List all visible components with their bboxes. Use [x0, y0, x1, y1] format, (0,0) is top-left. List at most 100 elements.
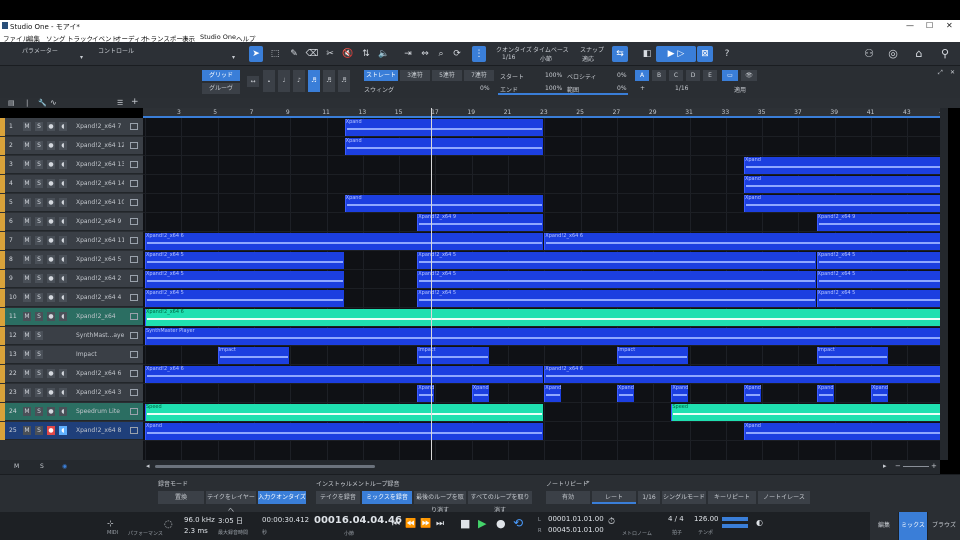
track-name[interactable]: Xpand!2_x64 13	[76, 161, 124, 168]
bar-position[interactable]: 00016.04.04.46	[314, 515, 402, 526]
edit-mode-toggle[interactable]: ▶ ▷	[656, 46, 696, 62]
track-header[interactable]: 12 M S SynthMast...ayer	[5, 327, 143, 345]
midi-event-clip[interactable]: Xpand	[743, 423, 940, 440]
preset-a-button[interactable]: A	[635, 70, 649, 81]
midi-event-clip[interactable]: Xpand!2_x64 9	[417, 214, 544, 231]
instrument-keyboard-icon[interactable]	[130, 161, 138, 168]
snap-toggle-icon[interactable]: ⇆	[612, 46, 628, 62]
solo-button[interactable]: S	[35, 198, 43, 207]
midi-event-clip[interactable]: Speed	[145, 404, 544, 421]
track-name[interactable]: Xpand!2_x64 10	[76, 199, 124, 206]
midi-event-clip[interactable]: Xpand!2_x64 5	[816, 290, 940, 307]
track-header[interactable]: 7 M S ● ◖ Xpand!2_x64 11	[5, 232, 143, 250]
monitor-icon[interactable]: ◖	[59, 160, 67, 169]
inspector-icon[interactable]: |	[26, 99, 28, 107]
instrument-keyboard-icon[interactable]	[130, 313, 138, 320]
repeat-rate[interactable]: レート	[592, 491, 636, 504]
track-name[interactable]: Xpand!2_x64 8	[76, 427, 124, 434]
solo-button[interactable]: S	[35, 293, 43, 302]
mute-button[interactable]: M	[23, 312, 31, 321]
timebase-value[interactable]: 小節	[540, 54, 552, 63]
instrument-keyboard-icon[interactable]	[130, 199, 138, 206]
preset-b-button[interactable]: B	[652, 70, 666, 81]
quantize-toggle-icon[interactable]: ⋮	[472, 46, 486, 62]
record-arm-icon[interactable]: ●	[47, 122, 55, 131]
instrument-keyboard-icon[interactable]	[130, 332, 138, 339]
loop-undo-last[interactable]: 最後のループを取り消す	[414, 491, 466, 514]
midi-event-clip[interactable]: Xpand	[816, 385, 834, 402]
solo-button[interactable]: S	[35, 160, 43, 169]
track-header[interactable]: 6 M S ● ◖ Xpand!2_x64 9	[5, 213, 143, 231]
minimize-button[interactable]: —	[906, 21, 914, 30]
triplet5-button[interactable]: 5連符	[432, 70, 462, 81]
record-arm-icon[interactable]: ●	[47, 217, 55, 226]
mute-button[interactable]: M	[23, 179, 31, 188]
record-arm-icon[interactable]: ●	[47, 407, 55, 416]
midi-event-clip[interactable]: Xpand	[544, 385, 562, 402]
loop-start[interactable]: 00001.01.01.00	[548, 515, 604, 523]
mute-button[interactable]: M	[23, 388, 31, 397]
midi-event-clip[interactable]: Xpand	[743, 385, 762, 402]
solo-button[interactable]: S	[35, 122, 43, 131]
midi-event-clip[interactable]: Xpand	[471, 385, 489, 402]
note-64th-icon[interactable]: ♬	[338, 70, 350, 92]
loop-record-mix[interactable]: ミックスを録音	[362, 491, 412, 504]
track-header[interactable]: 3 M S ● ◖ Xpand!2_x64 13	[5, 156, 143, 174]
triplet7-button[interactable]: 7連符	[464, 70, 494, 81]
instrument-keyboard-icon[interactable]	[130, 237, 138, 244]
track-name[interactable]: Impact	[76, 351, 124, 358]
instrument-keyboard-icon[interactable]	[130, 370, 138, 377]
record-mode-replace[interactable]: 置換	[158, 491, 204, 504]
monitor-icon[interactable]: ◖	[59, 236, 67, 245]
track-header[interactable]: 1 M S ● ◖ Xpand!2_x64 7	[5, 118, 143, 136]
monitor-icon[interactable]: ◖	[59, 122, 67, 131]
bend-tool-icon[interactable]: ⇅	[359, 46, 373, 62]
midi-event-clip[interactable]: Xpand!2_x64 6	[145, 233, 544, 250]
record-arm-icon[interactable]: ●	[47, 426, 55, 435]
record-arm-icon[interactable]: ●	[47, 388, 55, 397]
midi-event-clip[interactable]: Xpand!2_x64 5	[145, 271, 344, 288]
loop-icon[interactable]: ⟲	[513, 516, 523, 530]
solo-button[interactable]: S	[35, 141, 43, 150]
midi-event-clip[interactable]: Xpand	[145, 423, 544, 440]
midi-event-clip[interactable]: Xpand!2_x64 6	[544, 233, 940, 250]
note-repeat-icon[interactable]: ⌖	[586, 479, 589, 487]
mute-tool-icon[interactable]: 🔇	[341, 46, 355, 62]
track-header[interactable]: 24 M S ● ◖ Speedrum Lite	[5, 403, 143, 421]
monitor-icon[interactable]: ◖	[59, 274, 67, 283]
monitor-icon[interactable]: ◖	[59, 198, 67, 207]
monitor-icon[interactable]: ◖	[59, 217, 67, 226]
record-mode-layer[interactable]: テイクをレイヤーへ	[206, 491, 256, 514]
midi-event-clip[interactable]: Xpand!2_x64 5	[145, 252, 344, 269]
solo-button[interactable]: S	[35, 179, 43, 188]
midi-event-clip[interactable]: Xpand!2_x64 5	[417, 252, 816, 269]
track-name[interactable]: Xpand!2_x64 6	[76, 370, 124, 377]
track-header[interactable]: 13 M S Impact	[5, 346, 143, 364]
pencil-tool-icon[interactable]: ✎	[287, 46, 301, 62]
plugin-icon[interactable]: ⚲	[938, 46, 952, 62]
midi-event-clip[interactable]: Impact	[816, 347, 889, 364]
snap-value[interactable]: 適応	[582, 54, 594, 63]
repeat-note-erase[interactable]: ノートイレース	[758, 491, 810, 504]
instrument-keyboard-icon[interactable]	[130, 218, 138, 225]
swing-value[interactable]: 0%	[480, 85, 490, 92]
horizontal-scrollbar[interactable]: ◂ ▸ − +	[143, 460, 940, 474]
scroll-left-icon[interactable]: ◂	[146, 462, 150, 470]
track-name[interactable]: Xpand!2_x64 12	[76, 142, 124, 149]
midi-event-clip[interactable]: Impact	[616, 347, 689, 364]
footer-s-label[interactable]: S	[40, 463, 44, 470]
solo-button[interactable]: S	[35, 331, 43, 340]
mute-button[interactable]: M	[23, 217, 31, 226]
footer-monitor-icon[interactable]: ◉	[62, 463, 67, 470]
track-header[interactable]: 9 M S ● ◖ Xpand!2_x64 2	[5, 270, 143, 288]
time-display[interactable]: 00:00:30.412	[262, 516, 309, 524]
instrument-keyboard-icon[interactable]	[130, 142, 138, 149]
record-mode-input-quantize[interactable]: 入力クオンタイズ	[258, 491, 306, 504]
track-name[interactable]: Xpand!2_x64	[76, 313, 124, 320]
track-header[interactable]: 25 M S ● ◖ Xpand!2_x64 8	[5, 422, 143, 440]
mute-button[interactable]: M	[23, 369, 31, 378]
track-name[interactable]: Xpand!2_x64 5	[76, 256, 124, 263]
repeat-key[interactable]: キーリピート	[708, 491, 756, 504]
instrument-keyboard-icon[interactable]	[130, 123, 138, 130]
midi-event-clip[interactable]: SynthMaster Player	[145, 328, 940, 345]
